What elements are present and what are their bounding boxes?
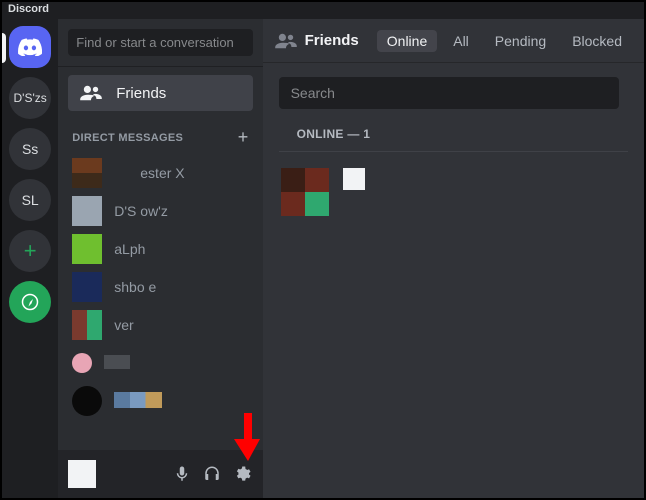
discord-logo-icon (18, 38, 42, 56)
find-conversation-button[interactable]: Find or start a conversation (68, 29, 252, 56)
friends-icon (275, 32, 297, 50)
top-bar: Friends Online All Pending Blocked (263, 19, 644, 63)
add-server-button[interactable]: + (9, 230, 51, 272)
dm-header-label: DIRECT MESSAGES (72, 132, 183, 144)
avatar (72, 158, 102, 188)
online-friends-row (263, 152, 644, 216)
main-content: Friends Online All Pending Blocked ONLIN… (263, 19, 644, 498)
online-friend-avatar[interactable] (281, 168, 329, 216)
friends-icon (80, 84, 102, 102)
server-item[interactable]: D'S'zs (9, 77, 51, 119)
avatar (72, 272, 102, 302)
dm-name: shbo e (114, 279, 156, 295)
dm-name: ver (114, 317, 133, 333)
topbar-title: Friends (275, 32, 371, 50)
home-button[interactable] (9, 26, 51, 68)
dm-name (114, 392, 162, 411)
server-selection-pill (2, 33, 6, 63)
avatar (72, 196, 102, 226)
topbar-title-text: Friends (305, 32, 359, 49)
online-section-header: ONLINE — 1 (279, 109, 628, 152)
explore-servers-button[interactable] (9, 281, 51, 323)
server-initials: Ss (22, 141, 38, 157)
gear-icon (233, 465, 251, 483)
avatar (72, 386, 102, 416)
dm-item[interactable]: D'S ow'z (64, 192, 256, 230)
dm-item[interactable]: ver (64, 306, 256, 344)
dm-name: ester X (114, 165, 184, 181)
server-initials: SL (22, 192, 39, 208)
server-item[interactable]: Ss (9, 128, 51, 170)
plus-icon: + (24, 238, 37, 264)
dm-item[interactable]: ester X (64, 154, 256, 192)
tab-pending[interactable]: Pending (485, 30, 556, 52)
tab-all[interactable]: All (443, 30, 479, 52)
avatar (72, 353, 92, 373)
friends-search-input[interactable] (279, 77, 619, 109)
server-item[interactable]: SL (9, 179, 51, 221)
microphone-icon (173, 465, 191, 483)
dm-item[interactable]: shbo e (64, 268, 256, 306)
dm-name: aLph (114, 241, 145, 257)
current-user-avatar[interactable] (68, 460, 96, 488)
tab-blocked[interactable]: Blocked (562, 30, 632, 52)
user-settings-button[interactable] (229, 461, 255, 487)
dm-name: D'S ow'z (114, 203, 168, 219)
user-panel (58, 450, 262, 498)
dm-list: ester X D'S ow'z aLph shbo e ver (58, 154, 262, 450)
friends-nav-button[interactable]: Friends (68, 75, 252, 111)
server-initials: D'S'zs (13, 91, 46, 105)
tab-online[interactable]: Online (377, 30, 437, 52)
server-list: D'S'zs Ss SL + (2, 19, 58, 498)
dm-item[interactable] (64, 344, 256, 382)
window-title: Discord (2, 2, 644, 19)
avatar (72, 310, 102, 340)
friends-nav-label: Friends (116, 85, 166, 102)
avatar (72, 234, 102, 264)
mute-button[interactable] (169, 461, 195, 487)
dm-item[interactable]: aLph (64, 230, 256, 268)
headphones-icon (203, 465, 221, 483)
deafen-button[interactable] (199, 461, 225, 487)
compass-icon (21, 293, 39, 311)
online-friend-avatar[interactable] (343, 168, 365, 190)
create-dm-button[interactable]: + (238, 127, 249, 148)
channel-sidebar: Find or start a conversation Friends DIR… (58, 19, 262, 498)
dm-name (104, 355, 130, 372)
dm-item[interactable] (64, 382, 256, 420)
